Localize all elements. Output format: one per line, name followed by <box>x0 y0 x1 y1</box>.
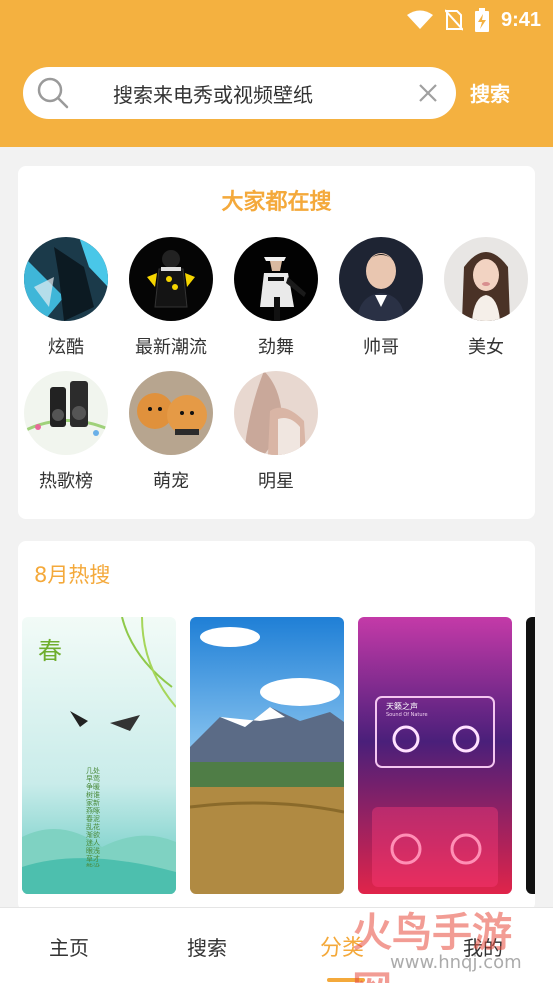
wallpaper-mountain[interactable] <box>190 617 344 894</box>
tab-mine[interactable]: 我的 <box>463 932 503 961</box>
category-label: 明星 <box>258 471 294 492</box>
category-label: 最新潮流 <box>135 337 207 358</box>
category-label: 炫酷 <box>48 337 84 358</box>
battery-charging-icon <box>474 8 489 32</box>
category-label: 萌宠 <box>153 471 189 492</box>
wallpaper-sound-of-nature[interactable]: 天籁之声 Sound Of Nature <box>358 617 512 894</box>
trend-thumbnail <box>129 237 213 321</box>
search-icon <box>37 77 69 109</box>
bottom-tab-bar: 主页 搜索 分类 我的 <box>0 907 553 983</box>
dance-thumbnail <box>234 237 318 321</box>
category-trend[interactable]: 最新潮流 <box>126 237 216 359</box>
category-dance[interactable]: 劲舞 <box>231 237 321 359</box>
stars-thumbnail <box>234 371 318 455</box>
beauty-thumbnail <box>444 237 528 321</box>
category-stars[interactable]: 明星 <box>231 371 321 493</box>
search-button[interactable]: 搜索 <box>470 78 510 107</box>
wallpaper-subcaption: Sound Of Nature <box>386 712 428 718</box>
search-input[interactable]: 搜索来电秀或视频壁纸 <box>113 79 313 108</box>
tab-search[interactable]: 搜索 <box>187 932 227 961</box>
hot-songs-thumbnail <box>24 371 108 455</box>
status-bar: 9:41 <box>406 6 541 34</box>
cool-thumbnail <box>24 237 108 321</box>
cute-pets-thumbnail <box>129 371 213 455</box>
category-cute-pets[interactable]: 萌宠 <box>126 371 216 493</box>
wallpaper-spring[interactable]: 春 几处早莺争暖树谁家新燕啄春泥乱花渐欲迷人眼浅草才能没马蹄 <box>22 617 176 894</box>
hot-searches-title: 8月热搜 <box>34 563 111 587</box>
wallpaper-poem: 几处早莺争暖树谁家新燕啄春泥乱花渐欲迷人眼浅草才能没马蹄 <box>86 767 100 867</box>
category-label: 美女 <box>468 337 504 358</box>
category-beauty[interactable]: 美女 <box>441 237 531 359</box>
wifi-icon <box>406 10 433 29</box>
category-handsome[interactable]: 帅哥 <box>336 237 426 359</box>
popular-searches-card: 大家都在搜 炫酷 最新潮流 劲舞 帅哥 美女 热歌榜 萌宠 明星 <box>18 166 535 519</box>
category-hot-songs[interactable]: 热歌榜 <box>21 371 111 493</box>
wallpaper-next-peek[interactable] <box>526 617 535 894</box>
category-label: 热歌榜 <box>39 471 93 492</box>
no-sim-icon <box>444 9 463 31</box>
wallpaper-caption: 春 <box>38 637 62 665</box>
active-tab-indicator <box>327 978 365 982</box>
category-cool[interactable]: 炫酷 <box>21 237 111 359</box>
tab-category[interactable]: 分类 <box>320 930 364 962</box>
tab-home[interactable]: 主页 <box>49 932 89 961</box>
hot-searches-card: 8月热搜 春 几处早莺争暖树谁家新燕啄春泥乱花渐欲迷人眼浅草才能没马蹄 <box>18 541 535 911</box>
close-icon[interactable] <box>416 81 440 105</box>
handsome-thumbnail <box>339 237 423 321</box>
status-time: 9:41 <box>500 8 541 31</box>
category-label: 劲舞 <box>258 337 294 358</box>
header: 9:41 搜索来电秀或视频壁纸 搜索 <box>0 0 553 147</box>
search-box[interactable]: 搜索来电秀或视频壁纸 <box>23 67 456 119</box>
wallpaper-caption: 天籁之声 <box>386 702 418 711</box>
popular-searches-title: 大家都在搜 <box>221 190 332 215</box>
category-label: 帅哥 <box>363 337 399 358</box>
